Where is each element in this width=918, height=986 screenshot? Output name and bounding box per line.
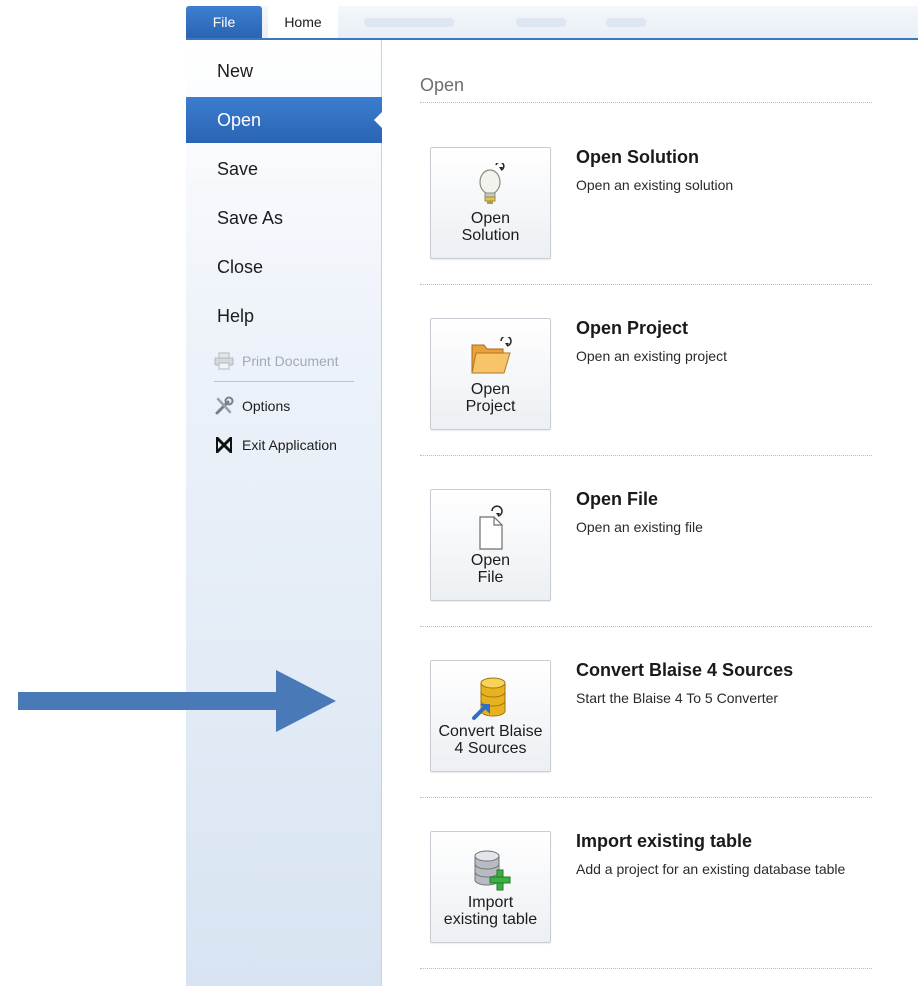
menu-item-label: Exit Application <box>242 437 337 453</box>
ribbon-tab-strip: File Home <box>186 6 918 40</box>
database-convert-icon <box>431 673 550 725</box>
open-solution-button[interactable]: Open Solution <box>430 147 551 259</box>
blurred-tab <box>606 18 646 27</box>
menu-item-label: Print Document <box>242 353 339 369</box>
open-project-button[interactable]: Open Project <box>430 318 551 430</box>
item-divider <box>420 455 872 456</box>
menu-item-print-document: Print Document <box>214 349 338 373</box>
blurred-tab <box>516 18 566 27</box>
annotation-arrow-icon <box>18 670 336 732</box>
import-existing-table-button[interactable]: Import existing table <box>430 831 551 943</box>
open-solution-description: Open an existing solution <box>576 177 734 193</box>
open-file-title: Open File <box>576 489 659 509</box>
item-divider <box>420 968 872 969</box>
menu-item-open[interactable]: Open <box>186 97 383 143</box>
tools-icon <box>214 396 234 416</box>
lightbulb-icon <box>431 160 550 212</box>
file-open-icon <box>431 502 550 554</box>
menu-item-options[interactable]: Options <box>214 394 290 418</box>
button-label: Open File <box>470 552 511 586</box>
convert-blaise-4-sources-button[interactable]: Convert Blaise 4 Sources <box>430 660 551 772</box>
menu-item-close[interactable]: Close <box>186 244 382 290</box>
open-project-title: Open Project <box>576 318 689 338</box>
menu-item-help[interactable]: Help <box>186 293 382 339</box>
button-label: Open Solution <box>461 210 520 244</box>
open-solution-title: Open Solution <box>576 147 699 167</box>
open-file-description: Open an existing file <box>576 519 703 535</box>
menu-item-new[interactable]: New <box>186 48 382 94</box>
button-label: Open Project <box>465 381 516 415</box>
open-project-description: Open an existing project <box>576 348 727 364</box>
item-divider <box>420 284 872 285</box>
menu-divider <box>214 381 354 382</box>
menu-item-save[interactable]: Save <box>186 146 382 192</box>
menu-item-save-as[interactable]: Save As <box>186 195 382 241</box>
open-file-button[interactable]: Open File <box>430 489 551 601</box>
convert-blaise-4-sources-description: Start the Blaise 4 To 5 Converter <box>576 690 779 706</box>
menu-item-label: Options <box>242 398 291 414</box>
open-panel: Open Open Solution Open Solution Open an… <box>383 40 918 986</box>
printer-icon <box>214 351 234 371</box>
menu-item-exit-application[interactable]: Exit Application <box>214 433 337 457</box>
section-title: Open <box>420 75 465 95</box>
exit-x-icon <box>214 435 234 455</box>
blurred-tab <box>364 18 454 27</box>
convert-blaise-4-sources-title: Convert Blaise 4 Sources <box>576 660 794 680</box>
database-add-icon <box>431 844 550 896</box>
item-divider <box>420 626 872 627</box>
section-divider <box>420 102 872 103</box>
button-label: Convert Blaise 4 Sources <box>438 723 543 757</box>
tab-file[interactable]: File <box>186 6 262 38</box>
item-divider <box>420 797 872 798</box>
import-existing-table-description: Add a project for an existing database t… <box>576 861 846 877</box>
backstage-menu: New Open Save Save As Close Help Print D… <box>186 40 383 986</box>
tab-home[interactable]: Home <box>268 6 338 38</box>
folder-open-icon <box>431 331 550 383</box>
import-existing-table-title: Import existing table <box>576 831 753 851</box>
button-label: Import existing table <box>443 894 538 928</box>
